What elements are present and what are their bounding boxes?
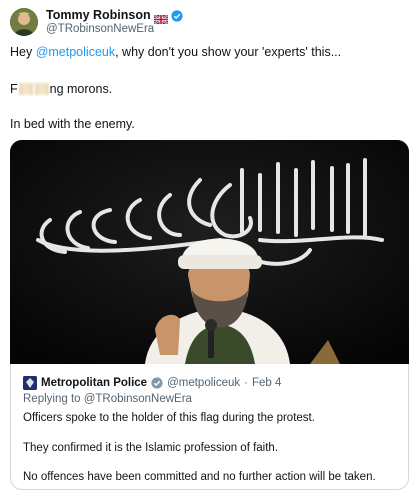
replying-to[interactable]: Replying to @TRobinsonNewEra	[23, 393, 192, 405]
tweet-text-suffix: , why don't you show your 'experts' this…	[115, 45, 342, 59]
mention-link[interactable]: @metpoliceuk	[36, 45, 115, 59]
quoted-text-line-1: Officers spoke to the holder of this fla…	[23, 412, 315, 424]
met-police-logo-icon	[23, 376, 37, 390]
quoted-tweet-date[interactable]: Feb 4	[252, 377, 281, 389]
tweet-media-image[interactable]	[10, 140, 409, 364]
meta-separator: ·	[244, 377, 248, 389]
tweet-text-start: F	[10, 82, 18, 96]
quoted-text-line-3: No offences have been committed and no f…	[23, 471, 376, 483]
author-handle[interactable]: @TRobinsonNewEra	[46, 23, 154, 35]
author-name[interactable]: Tommy Robinson	[46, 8, 151, 22]
tweet-text-line-2: Fng morons.	[10, 82, 112, 96]
flag-photo-image	[10, 140, 409, 364]
avatar[interactable]	[10, 8, 38, 36]
censored-emoji-icon	[34, 83, 49, 95]
quoted-tweet-header: Metropolitan Police @metpoliceuk · Feb 4	[23, 376, 281, 390]
tweet-text-end: ng morons.	[49, 82, 113, 96]
tweet-text-line-1: Hey @metpoliceuk, why don't you show you…	[10, 45, 341, 59]
quoted-author-handle[interactable]: @metpoliceuk	[167, 377, 240, 389]
quoted-author-name[interactable]: Metropolitan Police	[41, 377, 147, 389]
censored-emoji-icon	[18, 83, 33, 95]
verified-badge-icon	[171, 9, 183, 22]
tweet-card[interactable]: Tommy Robinson @TRobinsonNewEra Hey @met…	[0, 0, 417, 500]
uk-flag-icon	[153, 11, 169, 25]
tweet-text-line-3: In bed with the enemy.	[10, 117, 135, 131]
gov-verified-badge-icon	[151, 377, 163, 389]
quoted-tweet[interactable]: Metropolitan Police @metpoliceuk · Feb 4…	[10, 364, 409, 490]
quoted-text-line-2: They confirmed it is the Islamic profess…	[23, 442, 279, 454]
tweet-text-prefix: Hey	[10, 45, 36, 59]
author-name-row[interactable]: Tommy Robinson	[46, 8, 183, 25]
avatar-image	[10, 8, 38, 36]
